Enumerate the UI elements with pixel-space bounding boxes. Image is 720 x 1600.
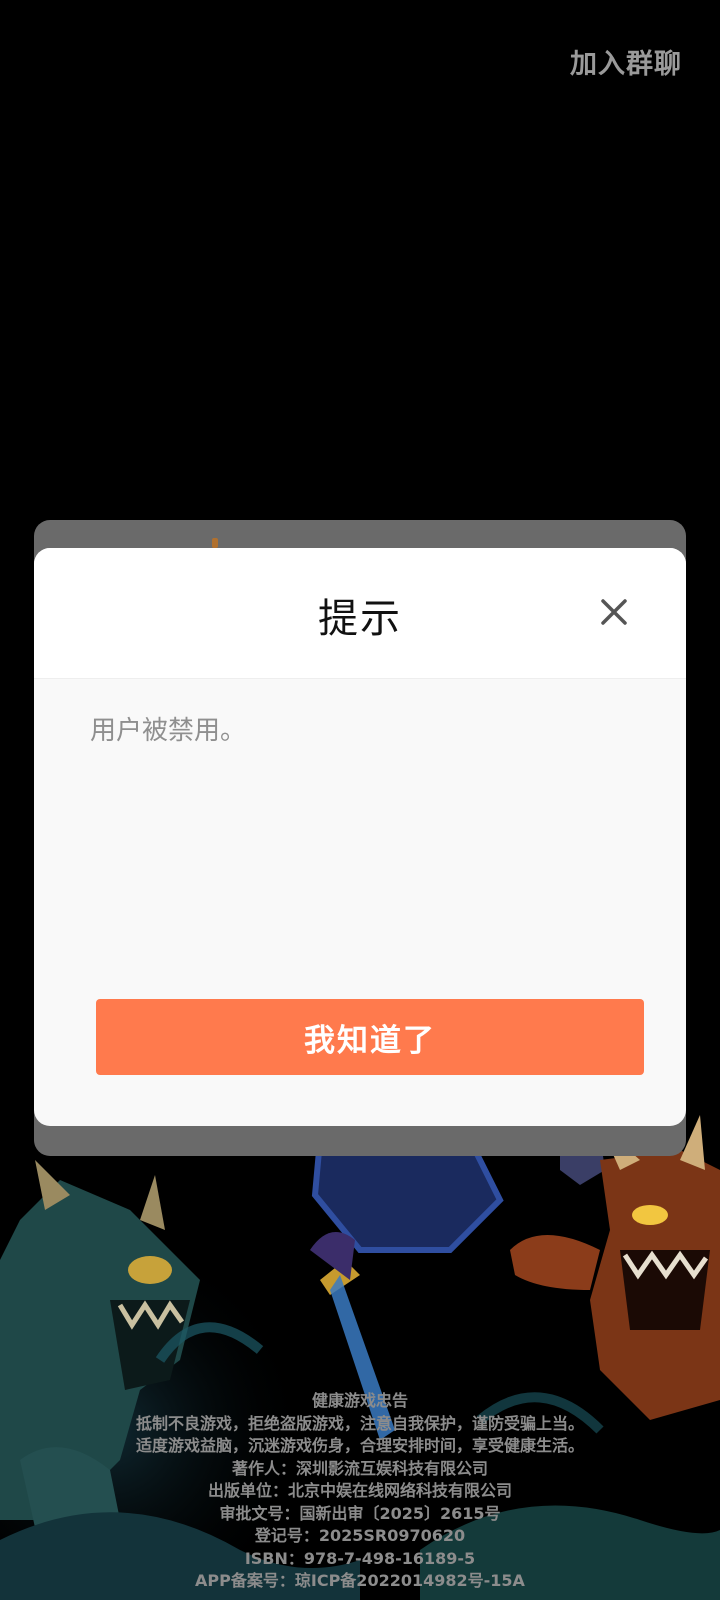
- copyright-holder: 著作人：深圳影流互娱科技有限公司: [231, 1458, 488, 1478]
- health-notice-line: 适度游戏益脑，沉迷游戏伤身，合理安排时间，享受健康生活。: [135, 1436, 584, 1455]
- health-game-notice: 健康游戏忠告 抵制不良游戏，拒绝盗版游戏，注意自我保护，谨防受骗上当。 适度游戏…: [0, 1390, 720, 1593]
- health-notice-line: 抵制不良游戏，拒绝盗版游戏，注意自我保护，谨防受骗上当。: [135, 1413, 584, 1433]
- alert-dialog: 提示 用户被禁用。 我知道了: [34, 548, 686, 1126]
- registration-number: 登记号：2025SR0970620: [254, 1526, 466, 1545]
- app-filing-number: APP备案号：琼ICP备2022014982号-15A: [195, 1571, 525, 1590]
- close-icon: [601, 599, 627, 625]
- health-notice-title: 健康游戏忠告: [311, 1391, 408, 1410]
- app-screen: 加入群聊 健康游戏忠告 抵制不良游戏，拒绝盗版游戏，注意自我保护，谨防受骗上当。…: [0, 0, 720, 1600]
- dialog-message: 用户被禁用。: [90, 716, 247, 746]
- approval-number: 审批文号：国新出审〔2025〕2615号: [219, 1503, 501, 1523]
- confirm-button[interactable]: 我知道了: [96, 999, 644, 1075]
- join-group-link[interactable]: 加入群聊: [570, 42, 682, 81]
- dialog-header: 提示: [34, 548, 686, 679]
- publisher: 出版单位：北京中娱在线网络科技有限公司: [207, 1481, 512, 1500]
- isbn: ISBN：978-7-498-16189-5: [244, 1548, 476, 1568]
- backplate-mark: [212, 538, 218, 548]
- dialog-title: 提示: [318, 596, 402, 642]
- close-button[interactable]: [594, 592, 634, 632]
